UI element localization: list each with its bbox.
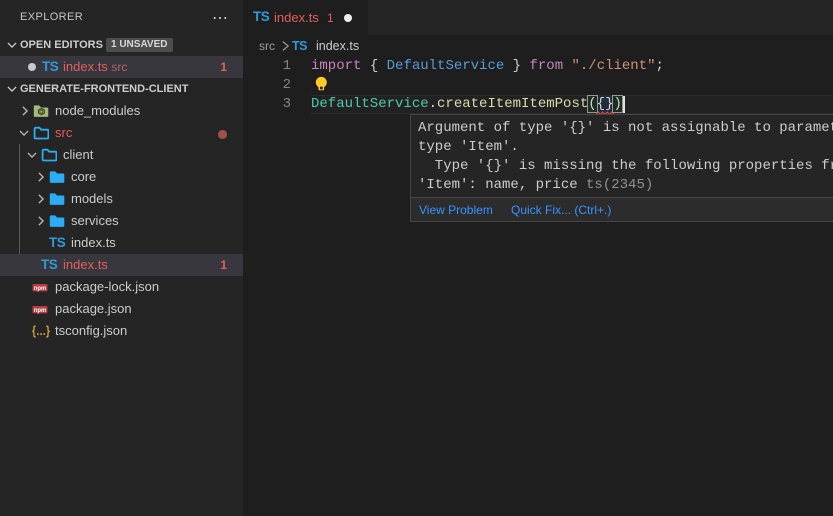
svg-text:npm: npm — [34, 307, 47, 314]
svg-text:{…}: {…} — [32, 324, 50, 338]
svg-text:npm: npm — [34, 285, 47, 292]
